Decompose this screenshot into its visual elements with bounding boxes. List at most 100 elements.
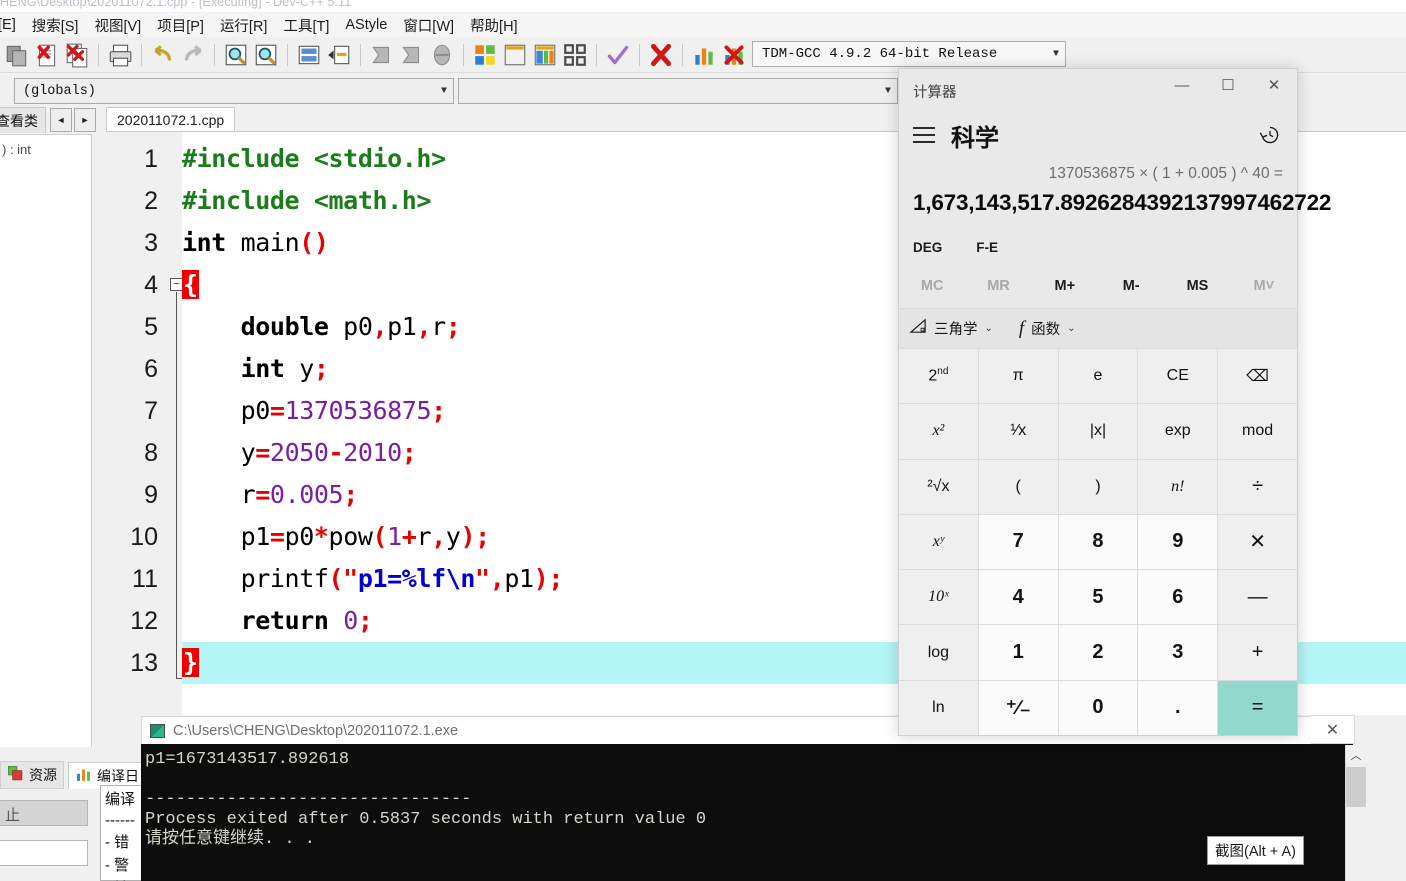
next-bookmark-icon[interactable]	[399, 42, 425, 68]
digit-3-key[interactable]: 3	[1138, 625, 1218, 680]
power-key[interactable]: xʸ	[899, 514, 978, 570]
scrollbar-thumb[interactable]	[1346, 767, 1366, 807]
calculator-close-button[interactable]: ✕	[1251, 69, 1297, 101]
menu-project[interactable]: 项目[P]	[157, 13, 213, 38]
square-root-key[interactable]: ²√x	[899, 459, 978, 514]
square-key[interactable]: x²	[899, 404, 978, 459]
stop-icon[interactable]	[648, 42, 674, 68]
calculator-maximize-button[interactable]: ☐	[1205, 69, 1251, 101]
absolute-value-key[interactable]: |x|	[1058, 404, 1138, 459]
digit-8-key[interactable]: 8	[1058, 514, 1138, 570]
pi-key[interactable]: π	[978, 349, 1058, 404]
tab-prev-button[interactable]: ◄	[50, 108, 72, 132]
console-window[interactable]: C:\Users\CHENG\Desktop\202011072.1.exe p…	[141, 716, 1353, 881]
abort-button[interactable]: 止	[0, 800, 88, 826]
subtract-key[interactable]: —	[1218, 570, 1297, 625]
digit-4-key[interactable]: 4	[978, 570, 1058, 625]
mod-key[interactable]: mod	[1218, 404, 1297, 459]
print-icon[interactable]	[107, 42, 133, 68]
trigonometry-menu[interactable]: 三角学 ⌄	[909, 318, 993, 339]
close-all-icon[interactable]	[64, 42, 90, 68]
hamburger-icon[interactable]	[913, 127, 935, 143]
menu-edit[interactable]: [E]	[0, 15, 25, 35]
ln-key[interactable]: ln	[899, 680, 978, 735]
new-project-icon[interactable]	[472, 42, 498, 68]
digit-1-key[interactable]: 1	[978, 625, 1058, 680]
tab-next-button[interactable]: ►	[74, 108, 96, 132]
goto-line-icon[interactable]	[296, 42, 322, 68]
tab-view-classes[interactable]: 查看类	[0, 107, 46, 133]
tab-resources[interactable]: 资源	[0, 761, 64, 789]
add-key[interactable]: +	[1218, 625, 1297, 680]
compile-icon[interactable]	[605, 42, 631, 68]
multiply-key[interactable]: ✕	[1218, 514, 1297, 570]
ten-power-key[interactable]: 10ˣ	[899, 570, 978, 625]
member-selector[interactable]: ▼	[458, 78, 898, 104]
digit-0-key[interactable]: 0	[1058, 680, 1138, 735]
digit-2-key[interactable]: 2	[1058, 625, 1138, 680]
negate-key-label: ⁺∕₋	[1005, 697, 1031, 720]
debug-icon[interactable]	[721, 42, 747, 68]
digit-7-key[interactable]: 7	[978, 514, 1058, 570]
class-browser-item[interactable]: ) : int	[0, 135, 91, 157]
digit-5-key[interactable]: 5	[1058, 570, 1138, 625]
divide-key[interactable]: ÷	[1218, 459, 1297, 514]
digit-9-key[interactable]: 9	[1138, 514, 1218, 570]
prev-bookmark-icon[interactable]	[369, 42, 395, 68]
menu-tools[interactable]: 工具[T]	[283, 13, 338, 38]
code-folding-column[interactable]: −	[168, 132, 183, 715]
project-manager-icon[interactable]	[562, 42, 588, 68]
menu-help[interactable]: 帮助[H]	[470, 13, 527, 38]
open-project-icon[interactable]	[532, 42, 558, 68]
backspace-key[interactable]: ⌫	[1218, 349, 1297, 404]
reciprocal-key[interactable]: ¹⁄x	[978, 404, 1058, 459]
equals-key[interactable]: =	[1218, 680, 1297, 735]
log-key[interactable]: log	[899, 625, 978, 680]
scroll-up-button[interactable]: ︿	[1346, 745, 1366, 765]
console-close-button[interactable]: ✕	[1311, 715, 1355, 744]
toggle-bookmark-icon[interactable]	[429, 42, 455, 68]
chevron-down-icon: ▼	[440, 85, 447, 97]
replace-icon[interactable]	[326, 42, 352, 68]
euler-key[interactable]: e	[1058, 349, 1138, 404]
exp-key[interactable]: exp	[1138, 404, 1218, 459]
memory-recall-button[interactable]: MR	[965, 278, 1031, 294]
calculator-window[interactable]: 计算器 — ☐ ✕ 科学 1370536875 × ( 1 + 0.005 ) …	[898, 68, 1331, 736]
negate-key[interactable]: ⁺∕₋	[978, 680, 1058, 735]
menu-run[interactable]: 运行[R]	[220, 13, 277, 38]
profile-icon[interactable]	[691, 42, 717, 68]
vertical-scrollbar[interactable]: ︿	[1345, 745, 1366, 881]
menu-astyle[interactable]: AStyle	[345, 15, 396, 35]
find-next-icon[interactable]	[253, 42, 279, 68]
scope-selector[interactable]: (globals) ▼	[14, 78, 454, 104]
editor-tab-file[interactable]: 202011072.1.cpp	[106, 107, 236, 131]
new-file-icon[interactable]	[502, 42, 528, 68]
open-paren-key[interactable]: (	[978, 459, 1058, 514]
fe-toggle[interactable]: F-E	[976, 240, 998, 255]
factorial-key[interactable]: n!	[1138, 459, 1218, 514]
decimal-key[interactable]: .	[1138, 680, 1218, 735]
second-function-key[interactable]: 2nd	[899, 349, 978, 404]
function-menu[interactable]: f 函数 ⌄	[1019, 318, 1076, 340]
menu-view[interactable]: 视图[V]	[94, 13, 150, 38]
undo-icon[interactable]	[150, 42, 176, 68]
memory-add-button[interactable]: M+	[1032, 278, 1098, 294]
memory-subtract-button[interactable]: M-	[1098, 278, 1164, 294]
calculator-minimize-button[interactable]: —	[1159, 69, 1205, 101]
menu-window[interactable]: 窗口[W]	[403, 13, 463, 38]
redo-icon[interactable]	[180, 42, 206, 68]
close-paren-key[interactable]: )	[1058, 459, 1138, 514]
save-all-icon[interactable]	[4, 42, 30, 68]
angle-unit-toggle[interactable]: DEG	[913, 240, 942, 255]
memory-store-button[interactable]: MS	[1164, 278, 1230, 294]
find-icon[interactable]	[223, 42, 249, 68]
menu-search[interactable]: 搜索[S]	[32, 13, 88, 38]
compiler-selector[interactable]: TDM-GCC 4.9.2 64-bit Release ▼	[752, 41, 1066, 67]
memory-clear-button[interactable]: MC	[899, 278, 965, 294]
close-file-icon[interactable]	[34, 42, 60, 68]
clear-entry-key[interactable]: CE	[1138, 349, 1218, 404]
memory-list-button[interactable]: M˅	[1231, 278, 1297, 294]
class-browser-tree[interactable]: ) : int	[0, 134, 92, 747]
digit-6-key[interactable]: 6	[1138, 570, 1218, 625]
history-icon[interactable]	[1257, 122, 1283, 148]
